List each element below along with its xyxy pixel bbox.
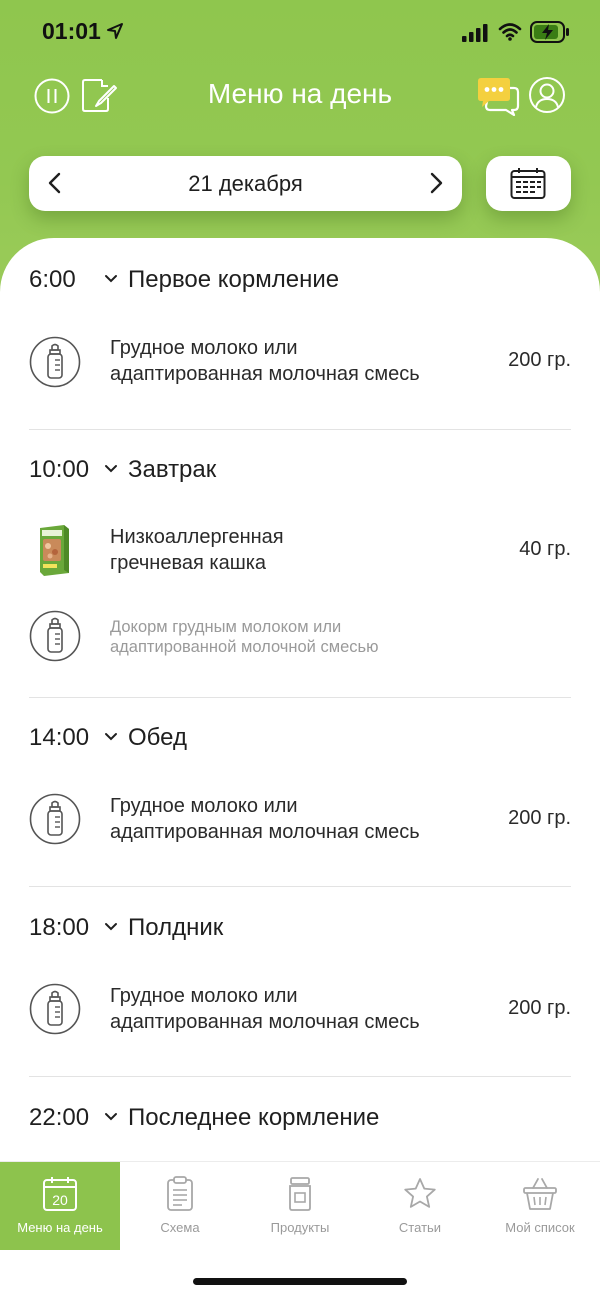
chevron-down-icon: [105, 465, 117, 473]
menu-item[interactable]: Докорм грудным молоком или адаптированно…: [29, 610, 571, 665]
menu-item-name: Грудное молоко или адаптированная молочн…: [110, 983, 420, 1035]
chat-bubbles-icon: [478, 78, 520, 117]
cellular-signal-icon: [462, 24, 488, 42]
user-icon: [529, 77, 565, 113]
chevron-right-icon: [430, 172, 443, 194]
profile-button[interactable]: [528, 76, 566, 114]
menu-item-line2: адаптированная молочная смесь: [110, 363, 420, 385]
tab-my-list[interactable]: Мой список: [480, 1162, 600, 1250]
baby-bottle-icon: [29, 983, 81, 1035]
chevron-down-icon: [105, 923, 117, 931]
chevron-down-icon: [105, 1113, 117, 1121]
tab-label: Мой список: [505, 1220, 575, 1235]
clipboard-icon: [167, 1176, 193, 1211]
status-bar: 01:01: [0, 0, 600, 64]
tab-label: Меню на день: [17, 1220, 103, 1235]
calendar-badge: 20: [52, 1192, 68, 1208]
meal-time: 10:00: [29, 456, 90, 483]
meal-header[interactable]: 22:00 Последнее кормление: [29, 1104, 479, 1134]
tab-label: Статьи: [398, 1220, 442, 1235]
divider: [29, 697, 571, 698]
previous-day-button[interactable]: [41, 169, 69, 197]
jar-icon: [289, 1177, 311, 1211]
tab-articles[interactable]: Статьи: [360, 1162, 480, 1250]
menu-item-quantity: 40 гр.: [519, 538, 571, 560]
meal-time: 14:00: [29, 724, 90, 751]
chevron-down-icon: [105, 733, 117, 741]
menu-item-name: Грудное молоко или адаптированная молочн…: [110, 335, 420, 387]
next-day-button[interactable]: [422, 169, 450, 197]
meal-header[interactable]: 14:00 Обед: [29, 724, 429, 754]
supplement-note-line1: Докорм грудным молоком или: [110, 618, 342, 636]
battery-charging-icon: [530, 21, 569, 43]
menu-item-line1: Грудное молоко или: [110, 795, 298, 817]
star-icon: [404, 1178, 436, 1208]
supplement-note-line2: адаптированной молочной смесью: [110, 638, 379, 656]
date-selector: 21 декабря: [29, 156, 462, 211]
location-arrow-icon: [107, 23, 123, 39]
menu-item-line1: Грудное молоко или: [110, 985, 298, 1007]
baby-bottle-icon: [29, 610, 81, 662]
menu-item-line1: Грудное молоко или: [110, 337, 298, 359]
divider: [29, 429, 571, 430]
menu-item[interactable]: Грудное молоко или адаптированная молочн…: [29, 335, 571, 390]
meal-time: 6:00: [29, 266, 76, 293]
baby-bottle-icon: [29, 336, 81, 388]
home-indicator[interactable]: [193, 1278, 407, 1285]
pause-icon: [34, 78, 70, 114]
tab-label: Продукты: [270, 1220, 330, 1235]
menu-item[interactable]: Грудное молоко или адаптированная молочн…: [29, 983, 571, 1038]
supplement-note: Докорм грудным молоком или адаптированно…: [110, 617, 378, 657]
meal-name: Обед: [128, 724, 187, 751]
meal-header[interactable]: 18:00 Полдник: [29, 914, 429, 944]
meal-name: Последнее кормление: [128, 1104, 380, 1131]
chevron-down-icon: [105, 275, 117, 283]
meal-header[interactable]: 10:00 Завтрак: [29, 456, 429, 486]
tab-products[interactable]: Продукты: [240, 1162, 360, 1250]
menu-item-line1: Низкоаллергенная: [110, 526, 284, 548]
meal-time: 18:00: [29, 914, 90, 941]
edit-button[interactable]: [80, 76, 118, 114]
chat-button[interactable]: [476, 76, 520, 117]
divider: [29, 1076, 571, 1077]
wifi-icon: [498, 23, 522, 41]
menu-item-name: Грудное молоко или адаптированная молочн…: [110, 793, 420, 845]
menu-item[interactable]: Низкоаллергенная гречневая кашка 40 гр.: [29, 524, 571, 579]
buckwheat-porridge-box-image: [40, 525, 69, 576]
menu-item-quantity: 200 гр.: [508, 807, 571, 829]
menu-item[interactable]: Грудное молоко или адаптированная молочн…: [29, 793, 571, 848]
baby-bottle-icon: [29, 793, 81, 845]
meal-header[interactable]: 6:00 Первое кормление: [29, 266, 429, 296]
calendar-icon: 20: [43, 1177, 77, 1211]
menu-sheet: [0, 238, 600, 1298]
tab-label: Схема: [160, 1220, 200, 1235]
tab-scheme[interactable]: Схема: [120, 1162, 240, 1250]
menu-item-line2: гречневая кашка: [110, 552, 267, 574]
meal-name: Завтрак: [128, 456, 217, 483]
current-date: 21 декабря: [188, 171, 303, 196]
menu-item-quantity: 200 гр.: [508, 349, 571, 371]
calendar-button[interactable]: [486, 156, 571, 211]
divider: [29, 886, 571, 887]
calendar-grid-icon: [510, 168, 546, 199]
edit-note-icon: [82, 79, 117, 112]
menu-item-name: Низкоаллергенная гречневая кашка: [110, 524, 284, 576]
pause-button[interactable]: [34, 78, 70, 114]
meal-name: Полдник: [128, 914, 224, 941]
menu-item-line2: адаптированная молочная смесь: [110, 1011, 420, 1033]
meal-time: 22:00: [29, 1104, 90, 1131]
menu-item-line2: адаптированная молочная смесь: [110, 821, 420, 843]
status-time: 01:01: [42, 18, 101, 44]
menu-item-quantity: 200 гр.: [508, 997, 571, 1019]
tab-daily-menu[interactable]: 20 Меню на день: [0, 1162, 120, 1250]
basket-icon: [523, 1178, 557, 1210]
page-title: Меню на день: [207, 78, 393, 109]
meal-name: Первое кормление: [128, 266, 340, 293]
chevron-left-icon: [48, 172, 61, 194]
